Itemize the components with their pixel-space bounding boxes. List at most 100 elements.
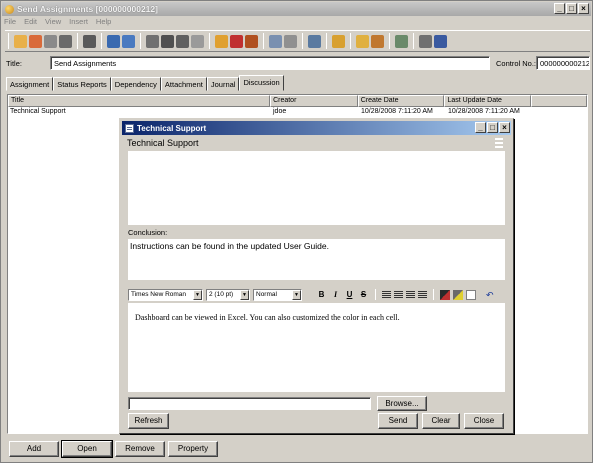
- underline-button[interactable]: U: [344, 289, 355, 300]
- align-left-icon[interactable]: [382, 290, 391, 299]
- discussion-dialog: Technical Support _ □ × Technical Suppor…: [119, 118, 514, 434]
- open-icon[interactable]: [29, 34, 42, 48]
- browse-button[interactable]: Browse...: [377, 396, 427, 411]
- mail-icon[interactable]: [269, 34, 282, 48]
- tab-discussion[interactable]: Discussion: [239, 75, 284, 91]
- menu-bar: File Edit View Insert Help: [4, 17, 111, 26]
- grid-icon[interactable]: [308, 34, 321, 48]
- attachment-path-field[interactable]: [128, 397, 371, 410]
- refresh-icon[interactable]: [83, 34, 96, 48]
- folder-icon[interactable]: [356, 34, 369, 48]
- align-justify-icon[interactable]: [418, 290, 427, 299]
- window-titlebar[interactable]: Send Assignments [000000000212] _ □ ×: [2, 2, 591, 16]
- square-icon[interactable]: [176, 34, 189, 48]
- cell-creator: jdoe: [273, 108, 287, 115]
- menu-file[interactable]: File: [4, 17, 16, 26]
- open-button[interactable]: Open: [61, 440, 113, 458]
- chevron-down-icon: ▼: [292, 289, 301, 300]
- paragraph-style-select[interactable]: Normal ▼: [253, 288, 302, 301]
- settings-icon[interactable]: [371, 34, 384, 48]
- hand-icon[interactable]: [44, 34, 57, 48]
- clear-button[interactable]: Clear: [422, 413, 460, 429]
- grid-header: Title Creator Create Date Last Update Da…: [8, 95, 587, 107]
- toolbar-separator: [389, 33, 390, 49]
- toolbar-separator: [350, 33, 351, 49]
- send-button[interactable]: Send: [378, 413, 418, 429]
- align-right-icon[interactable]: [406, 290, 415, 299]
- cell-create-date: 10/28/2008 7:11:20 AM: [361, 108, 433, 115]
- dialog-minimize-button[interactable]: _: [475, 122, 486, 133]
- column-header-create-date[interactable]: Create Date: [357, 95, 445, 107]
- tab-assignment[interactable]: Assignment: [6, 77, 54, 91]
- title-label: Title:: [6, 59, 22, 68]
- conclusion-field[interactable]: Instructions can be found in the updated…: [128, 239, 505, 280]
- group-icon[interactable]: [122, 34, 135, 48]
- font-icon[interactable]: [466, 289, 476, 300]
- menu-insert[interactable]: Insert: [69, 17, 88, 26]
- cell-title: Technical Support: [10, 108, 66, 115]
- attach-icon[interactable]: [284, 34, 297, 48]
- app-icon: [5, 4, 14, 14]
- tab-journal[interactable]: Journal: [206, 77, 240, 91]
- text-color-icon[interactable]: [440, 289, 450, 300]
- column-header-filler: [531, 95, 587, 107]
- title-field[interactable]: Send Assignments: [50, 56, 490, 70]
- toolbar-separator: [375, 289, 376, 300]
- toolbar-separator: [263, 33, 264, 49]
- column-header-creator[interactable]: Creator: [270, 95, 358, 107]
- italic-button[interactable]: I: [330, 289, 341, 300]
- users-icon[interactable]: [107, 34, 120, 48]
- close-dialog-button[interactable]: Close: [464, 413, 504, 429]
- undo-icon[interactable]: ↶: [486, 290, 496, 300]
- export-icon[interactable]: [395, 34, 408, 48]
- menu-help[interactable]: Help: [96, 17, 111, 26]
- search-icon[interactable]: [215, 34, 228, 48]
- tools-icon[interactable]: [230, 34, 243, 48]
- table-row[interactable]: Technical Support jdoe 10/28/2008 7:11:2…: [8, 107, 587, 118]
- dialog-close-button[interactable]: ×: [499, 122, 510, 133]
- restore-button[interactable]: □: [566, 3, 577, 14]
- dialog-restore-button[interactable]: □: [487, 122, 498, 133]
- menu-edit[interactable]: Edit: [24, 17, 37, 26]
- align-center-icon[interactable]: [394, 290, 403, 299]
- refresh-button[interactable]: Refresh: [128, 413, 169, 429]
- tab-status-reports[interactable]: Status Reports: [53, 77, 111, 91]
- grip-icon[interactable]: [495, 138, 503, 150]
- undo-icon[interactable]: [191, 34, 204, 48]
- dialog-titlebar[interactable]: Technical Support: [122, 121, 511, 135]
- remove-button[interactable]: Remove: [115, 441, 165, 457]
- strikethrough-button[interactable]: S: [358, 289, 369, 300]
- tab-attachment[interactable]: Attachment: [160, 77, 207, 91]
- cell-last-update-date: 10/28/2008 7:11:20 AM: [448, 108, 520, 115]
- toolbar-separator: [413, 33, 414, 49]
- save-icon[interactable]: [59, 34, 72, 48]
- toolbar-separator: [302, 33, 303, 49]
- minimize-button[interactable]: _: [554, 3, 565, 14]
- add-button[interactable]: Add: [9, 441, 59, 457]
- subject-body-area[interactable]: [128, 151, 505, 225]
- toolbar-separator: [209, 33, 210, 49]
- dialog-subject: Technical Support: [127, 138, 199, 148]
- font-name-select[interactable]: Times New Roman ▼: [128, 288, 203, 301]
- close-button[interactable]: ×: [578, 3, 589, 14]
- key-icon[interactable]: [245, 34, 258, 48]
- highlight-icon[interactable]: [453, 289, 463, 300]
- bold-button[interactable]: B: [316, 289, 327, 300]
- new-icon[interactable]: [14, 34, 27, 48]
- message-body-editor[interactable]: Dashboard can be viewed in Excel. You ca…: [128, 303, 505, 392]
- stop-icon[interactable]: [161, 34, 174, 48]
- toolbar-separator: [77, 33, 78, 49]
- font-name-value: Times New Roman: [131, 291, 187, 298]
- control-no-field[interactable]: 000000000212: [536, 56, 590, 70]
- excel-icon[interactable]: [434, 34, 447, 48]
- menu-view[interactable]: View: [45, 17, 61, 26]
- font-size-value: 2 (10 pt): [209, 291, 234, 298]
- flag-icon[interactable]: [419, 34, 432, 48]
- property-button[interactable]: Property: [168, 441, 218, 457]
- font-size-select[interactable]: 2 (10 pt) ▼: [206, 288, 250, 301]
- column-header-title[interactable]: Title: [8, 95, 271, 107]
- pin-icon[interactable]: [146, 34, 159, 48]
- tab-dependency[interactable]: Dependency: [110, 77, 161, 91]
- column-header-last-update-date[interactable]: Last Update Date: [444, 95, 532, 107]
- chart-icon[interactable]: [332, 34, 345, 48]
